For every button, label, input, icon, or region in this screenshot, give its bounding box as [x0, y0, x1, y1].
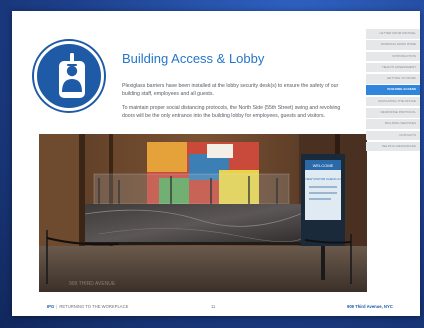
lobby-photo: WELCOME NEW VISITOR CHECK-IN 909 THIRD A… [39, 134, 367, 292]
floor-inlay-text: 909 THIRD AVENUE [69, 281, 116, 287]
document-page: Building Access & Lobby Plexiglass barri… [12, 11, 420, 316]
nav-item-building-services[interactable]: BUILDING SERVICES [366, 119, 420, 129]
nav-item-contacts[interactable]: CONTACTS [366, 130, 420, 141]
section-nav: LETTER FROM MICHAEL WORKING FROM HOME IN… [366, 29, 420, 153]
nav-item-building-access[interactable]: BUILDING ACCESS [366, 85, 420, 95]
body-paragraph-2: To maintain proper social distancing pro… [122, 105, 341, 119]
sign-heading: WELCOME [313, 163, 334, 168]
sign-subtitle: NEW VISITOR CHECK-IN [305, 177, 340, 181]
footer-brand: IPG [47, 304, 55, 309]
nav-item-helpful-resources[interactable]: HELPFUL RESOURCES [366, 141, 420, 152]
page-title: Building Access & Lobby [122, 51, 265, 66]
page-number: 11 [211, 304, 216, 309]
footer-section: RETURNING TO THE WORKPLACE [59, 304, 129, 309]
page-footer: IPG | RETURNING TO THE WORKPLACE 11 909 Th… [12, 302, 420, 312]
nav-item-introduction[interactable]: INTRODUCTION [366, 51, 420, 62]
employee-badge-icon [34, 41, 104, 111]
nav-item-letter-from-michael[interactable]: LETTER FROM MICHAEL [366, 29, 420, 39]
nav-item-working-from-home[interactable]: WORKING FROM HOME [366, 40, 420, 50]
footer-separator: | [56, 304, 58, 309]
footer-left: IPG | RETURNING TO THE WORKPLACE [47, 304, 128, 309]
nav-item-getting-to-work[interactable]: GETTING TO WORK [366, 74, 420, 84]
body-paragraph-1: Plexiglass barriers have been installed … [122, 83, 339, 97]
nav-item-response-protocol[interactable]: RESPONSE PROTOCOL [366, 107, 420, 118]
nav-item-health-assessment[interactable]: HEALTH ASSESSMENT [366, 62, 420, 73]
nav-item-navigating-the-office[interactable]: NAVIGATING THE OFFICE [366, 96, 420, 107]
footer-address: 909 Third Avenue, NYC [347, 304, 393, 309]
